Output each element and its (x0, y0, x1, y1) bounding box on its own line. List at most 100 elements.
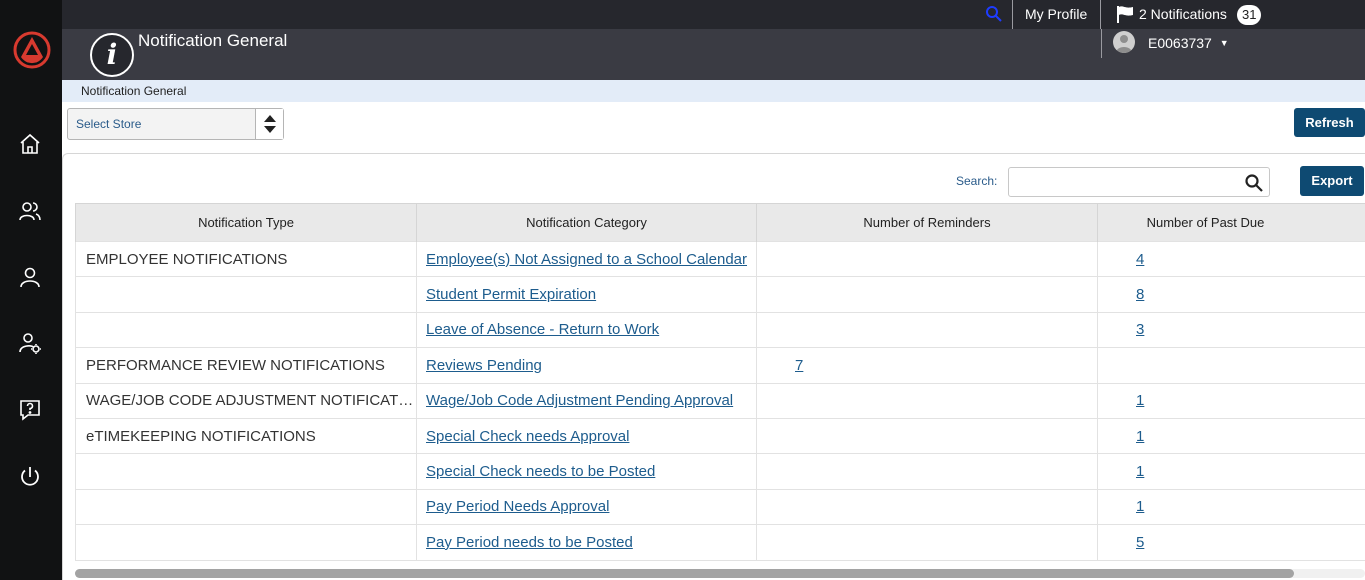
cell-category: Leave of Absence - Return to Work (416, 311, 757, 348)
cell-category: Reviews Pending (416, 347, 757, 384)
col-header-past-due[interactable]: Number of Past Due (1097, 203, 1365, 242)
cell-type: WAGE/JOB CODE ADJUSTMENT NOTIFICATIONS (75, 382, 417, 419)
page-title: Notification General (138, 31, 288, 50)
topbar-separator (1012, 0, 1013, 29)
cell-category: Pay Period Needs Approval (416, 488, 757, 525)
store-select[interactable]: Select Store (67, 108, 284, 140)
logo-icon[interactable] (12, 30, 52, 70)
scrollbar-thumb[interactable] (75, 569, 1294, 578)
store-select-value: Select Store (76, 117, 142, 131)
past-due-link[interactable]: 8 (1136, 286, 1144, 303)
col-header-category[interactable]: Notification Category (416, 203, 757, 242)
col-header-type[interactable]: Notification Type (75, 203, 417, 242)
cell-past-due: 1 (1097, 453, 1365, 490)
category-link[interactable]: Special Check needs to be Posted (426, 463, 655, 480)
table-row: PERFORMANCE REVIEW NOTIFICATIONS Reviews … (75, 347, 1365, 384)
past-due-link[interactable]: 1 (1136, 463, 1144, 480)
table-row: Leave of Absence - Return to Work 3 (75, 311, 1365, 348)
cell-past-due: 4 (1097, 240, 1365, 277)
table-row: eTIMEKEEPING NOTIFICATIONS Special Check … (75, 417, 1365, 454)
sort-arrows-icon (255, 109, 283, 139)
table-row: Pay Period Needs Approval 1 (75, 488, 1365, 525)
cell-reminders (756, 488, 1098, 525)
category-link[interactable]: Pay Period Needs Approval (426, 498, 609, 515)
cell-reminders (756, 311, 1098, 348)
table-row: EMPLOYEE NOTIFICATIONS Employee(s) Not As… (75, 240, 1365, 277)
cell-past-due: 1 (1097, 382, 1365, 419)
help-icon[interactable] (18, 398, 42, 422)
search-input[interactable] (1008, 167, 1270, 197)
past-due-link[interactable]: 1 (1136, 392, 1144, 409)
search-icon[interactable] (985, 5, 1003, 23)
caret-down-icon: ▼ (1219, 38, 1229, 48)
cell-past-due: 3 (1097, 311, 1365, 348)
cell-type: PERFORMANCE REVIEW NOTIFICATIONS (75, 347, 417, 384)
category-link[interactable]: Employee(s) Not Assigned to a School Cal… (426, 251, 747, 268)
user-settings-icon[interactable] (18, 331, 42, 355)
sidebar (0, 0, 62, 580)
category-link[interactable]: Pay Period needs to be Posted (426, 534, 633, 551)
table-body: EMPLOYEE NOTIFICATIONS Employee(s) Not As… (75, 240, 1365, 561)
cell-reminders (756, 240, 1098, 277)
table-row: WAGE/JOB CODE ADJUSTMENT NOTIFICATIONS Wa… (75, 382, 1365, 419)
cell-reminders (756, 524, 1098, 561)
cell-type (75, 276, 417, 313)
cell-reminders (756, 417, 1098, 454)
reminders-link[interactable]: 7 (795, 357, 803, 374)
notifications-link[interactable]: 2 Notifications (1139, 6, 1227, 22)
export-button[interactable]: Export (1300, 166, 1364, 196)
user-icon[interactable] (18, 265, 42, 289)
user-separator (1101, 29, 1102, 58)
cell-type (75, 488, 417, 525)
cell-past-due: 8 (1097, 276, 1365, 313)
col-header-reminders[interactable]: Number of Reminders (756, 203, 1098, 242)
users-icon[interactable] (18, 199, 42, 223)
cell-reminders (756, 276, 1098, 313)
category-link[interactable]: Reviews Pending (426, 357, 542, 374)
cell-category: Pay Period needs to be Posted (416, 524, 757, 561)
power-icon[interactable] (18, 465, 42, 489)
cell-category: Student Permit Expiration (416, 276, 757, 313)
cell-reminders: 7 (756, 347, 1098, 384)
cell-category: Special Check needs Approval (416, 417, 757, 454)
table-header-row: Notification Type Notification Category … (75, 203, 1365, 242)
cell-past-due: 1 (1097, 417, 1365, 454)
notifications-badge: 31 (1237, 5, 1262, 25)
magnifier-icon[interactable] (1244, 173, 1264, 193)
cell-reminders (756, 382, 1098, 419)
cell-type (75, 311, 417, 348)
cell-type (75, 453, 417, 490)
info-icon: i (90, 33, 134, 77)
cell-past-due (1097, 347, 1365, 384)
breadcrumb[interactable]: Notification General (81, 84, 186, 98)
cell-past-due: 1 (1097, 488, 1365, 525)
cell-type: EMPLOYEE NOTIFICATIONS (75, 240, 417, 277)
past-due-link[interactable]: 5 (1136, 534, 1144, 551)
cell-category: Special Check needs to be Posted (416, 453, 757, 490)
category-link[interactable]: Wage/Job Code Adjustment Pending Approva… (426, 392, 733, 409)
past-due-link[interactable]: 1 (1136, 428, 1144, 445)
table-row: Pay Period needs to be Posted 5 (75, 524, 1365, 561)
topbar-separator (1100, 0, 1101, 29)
search-label: Search: (956, 174, 998, 188)
category-link[interactable]: Special Check needs Approval (426, 428, 629, 445)
category-link[interactable]: Student Permit Expiration (426, 286, 596, 303)
breadcrumb-bar: Notification General (62, 80, 1365, 102)
avatar[interactable] (1113, 31, 1135, 53)
past-due-link[interactable]: 4 (1136, 251, 1144, 268)
cell-type: eTIMEKEEPING NOTIFICATIONS (75, 417, 417, 454)
cell-past-due: 5 (1097, 524, 1365, 561)
past-due-link[interactable]: 3 (1136, 321, 1144, 338)
past-due-link[interactable]: 1 (1136, 498, 1144, 515)
user-menu[interactable]: E0063737 ▼ (1148, 35, 1229, 51)
my-profile-link[interactable]: My Profile (1025, 6, 1087, 22)
refresh-button[interactable]: Refresh (1294, 108, 1365, 137)
home-icon[interactable] (18, 132, 42, 156)
category-link[interactable]: Leave of Absence - Return to Work (426, 321, 659, 338)
flag-icon[interactable] (1116, 5, 1135, 23)
cell-reminders (756, 453, 1098, 490)
horizontal-scrollbar[interactable] (75, 569, 1365, 578)
table-row: Student Permit Expiration 8 (75, 276, 1365, 313)
cell-category: Employee(s) Not Assigned to a School Cal… (416, 240, 757, 277)
cell-category: Wage/Job Code Adjustment Pending Approva… (416, 382, 757, 419)
